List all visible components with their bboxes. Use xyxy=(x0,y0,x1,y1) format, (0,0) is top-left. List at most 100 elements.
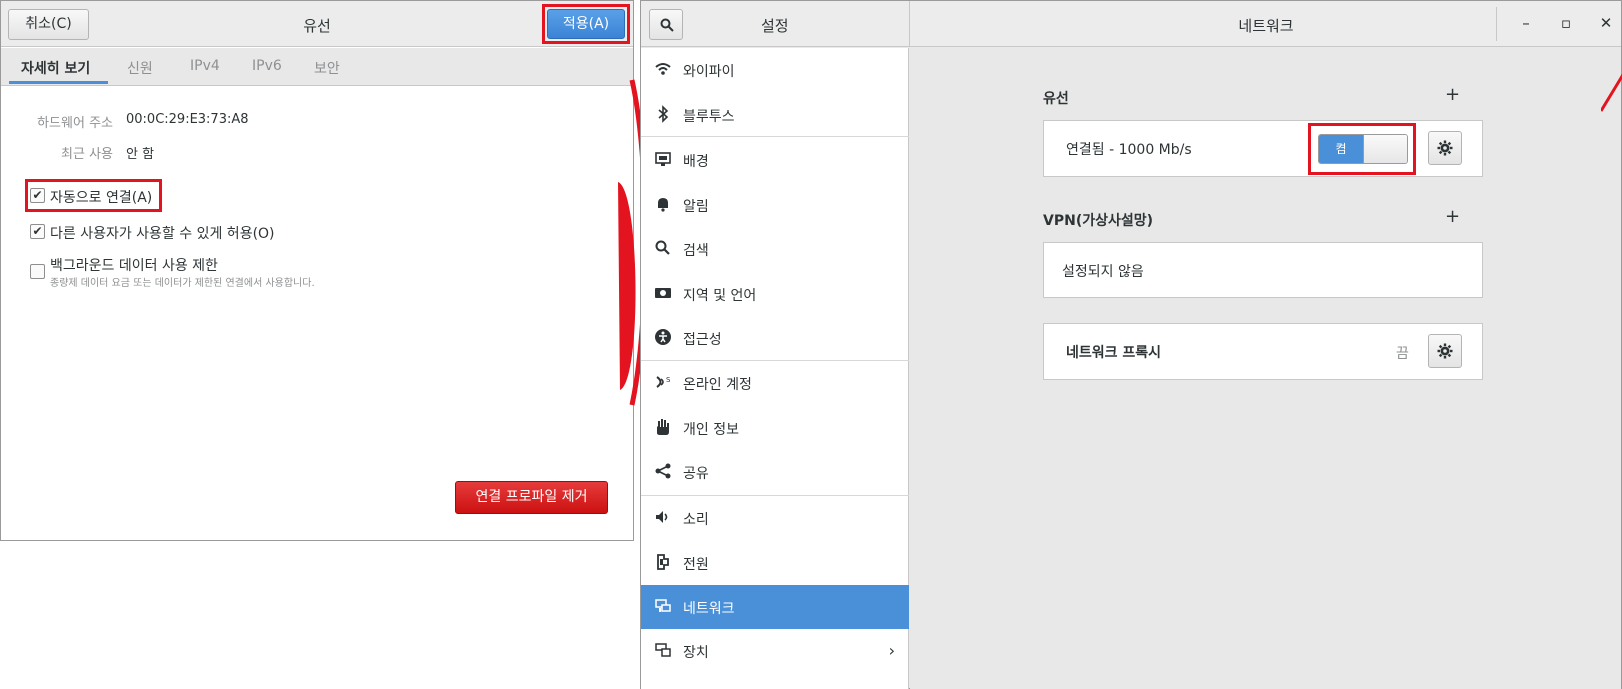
search-icon xyxy=(655,240,670,255)
panel-title: 네트워크 xyxy=(1238,17,1294,35)
auto-connect-label[interactable]: 자동으로 연결(A) xyxy=(50,187,152,207)
sidebar-item-label: 알림 xyxy=(683,199,709,215)
region-icon xyxy=(655,288,671,298)
dialog-title: 유선 xyxy=(303,17,331,35)
sidebar-item-power[interactable]: 전원 xyxy=(641,541,909,585)
sidebar-item-notifications[interactable]: 알림 xyxy=(641,183,909,227)
sidebar-item-label: 장치 xyxy=(683,645,709,661)
network-icon xyxy=(655,599,671,612)
online-accounts-icon: S xyxy=(656,376,671,388)
wired-toggle-highlight-box: 켬 xyxy=(1308,123,1416,175)
allow-others-checkbox[interactable]: ✔ xyxy=(30,224,45,239)
window-controls-divider xyxy=(1496,7,1497,41)
minimize-button[interactable]: – xyxy=(1516,14,1536,32)
wired-section-title: 유선 xyxy=(1043,91,1069,107)
hardware-address-label: 하드웨어 주소 xyxy=(37,116,113,131)
sidebar-item-label: 네트워크 xyxy=(683,601,735,617)
devices-icon xyxy=(655,643,671,657)
sidebar-item-privacy[interactable]: 개인 정보 xyxy=(641,406,909,450)
dialog-tabs: 자세히 보기 신원 IPv4 IPv6 보안 xyxy=(1,48,633,86)
settings-title: 설정 xyxy=(761,17,789,35)
allow-others-label[interactable]: 다른 사용자가 사용할 수 있게 허용(O) xyxy=(50,223,275,243)
vpn-status-text: 설정되지 않음 xyxy=(1062,264,1144,280)
sidebar-item-online-accounts[interactable]: S 온라인 계정 xyxy=(641,361,909,405)
proxy-title: 네트워크 프록시 xyxy=(1066,345,1162,361)
sidebar-item-label: 배경 xyxy=(683,154,709,170)
settings-sidebar: 와이파이 블루투스 배경 알림 검색 지역 및 언어 접근성 S 온라인 계정 … xyxy=(641,48,909,689)
gear-icon xyxy=(1437,140,1453,156)
bg-data-limit-label[interactable]: 백그라운드 데이터 사용 제한 xyxy=(50,255,218,275)
sidebar-item-label: 검색 xyxy=(683,243,709,259)
sidebar-item-label: 공유 xyxy=(683,466,709,482)
wired-toggle-switch[interactable]: 켬 xyxy=(1318,134,1408,164)
wired-status-text: 연결됨 - 1000 Mb/s xyxy=(1066,142,1192,158)
search-button[interactable] xyxy=(649,9,683,40)
network-panel: 유선 + 연결됨 - 1000 Mb/s VPN(가상사설망) + 설정되지 않… xyxy=(910,48,1621,689)
sidebar-item-devices[interactable]: 장치 › xyxy=(641,629,909,673)
toggle-on-label: 켬 xyxy=(1319,135,1363,163)
settings-window: 설정 네트워크 – ▫ ✕ 와이파이 블루투스 배경 알림 검색 지역 및 언어… xyxy=(640,0,1622,689)
accessibility-icon xyxy=(655,329,671,345)
proxy-status: 끔 xyxy=(1396,346,1409,362)
sidebar-item-sharing[interactable]: 공유 xyxy=(641,450,909,494)
bg-data-limit-description: 종량제 데이터 요금 또는 데이터가 제한된 연결에서 사용합니다. xyxy=(50,278,315,289)
maximize-button[interactable]: ▫ xyxy=(1556,14,1576,32)
close-button[interactable]: ✕ xyxy=(1596,14,1616,32)
sidebar-item-label: 개인 정보 xyxy=(683,422,739,438)
speaker-icon xyxy=(656,511,668,523)
wifi-icon xyxy=(655,63,671,75)
proxy-card[interactable]: 네트워크 프록시 끔 xyxy=(1043,323,1483,380)
settings-header: 설정 네트워크 – ▫ ✕ xyxy=(641,1,1621,47)
search-icon xyxy=(660,18,674,32)
sidebar-item-accessibility[interactable]: 접근성 xyxy=(641,316,909,360)
tab-identity[interactable]: 신원 xyxy=(127,58,153,78)
sidebar-item-wifi[interactable]: 와이파이 xyxy=(641,48,909,92)
wired-settings-button[interactable] xyxy=(1428,131,1462,165)
bg-data-limit-checkbox[interactable] xyxy=(30,264,45,279)
apply-button[interactable]: 적용(A) xyxy=(547,9,625,39)
tab-ipv6[interactable]: IPv6 xyxy=(252,58,282,74)
remove-profile-button[interactable]: 연결 프로파일 제거 xyxy=(455,481,608,514)
privacy-hand-icon xyxy=(657,419,669,435)
sidebar-item-label: 지역 및 언어 xyxy=(683,288,757,304)
sidebar-item-label: 와이파이 xyxy=(683,64,735,80)
vpn-card: 설정되지 않음 xyxy=(1043,242,1483,298)
sidebar-item-sound[interactable]: 소리 xyxy=(641,496,909,540)
chevron-right-icon: › xyxy=(888,641,895,660)
active-tab-indicator xyxy=(9,81,108,84)
sidebar-item-network[interactable]: 네트워크 xyxy=(641,585,909,629)
vpn-section-title: VPN(가상사설망) xyxy=(1043,213,1154,229)
sidebar-item-label: 블루투스 xyxy=(683,109,735,125)
share-icon xyxy=(655,463,671,479)
bell-icon xyxy=(658,198,668,212)
sidebar-item-label: 소리 xyxy=(683,512,709,528)
proxy-settings-button[interactable] xyxy=(1428,334,1462,368)
add-wired-button[interactable]: + xyxy=(1445,84,1460,105)
sidebar-item-background[interactable]: 배경 xyxy=(641,138,909,182)
header-divider xyxy=(909,1,910,47)
apply-highlight-box: 적용(A) xyxy=(542,4,630,44)
toggle-knob xyxy=(1363,135,1407,163)
sidebar-item-region[interactable]: 지역 및 언어 xyxy=(641,272,909,316)
tab-details[interactable]: 자세히 보기 xyxy=(21,58,90,78)
gear-icon xyxy=(1437,343,1453,359)
sidebar-item-bluetooth[interactable]: 블루투스 xyxy=(641,93,909,137)
auto-connect-checkbox[interactable]: ✔ xyxy=(30,188,45,203)
sidebar-item-search[interactable]: 검색 xyxy=(641,227,909,271)
dialog-header: 취소(C) 유선 적용(A) xyxy=(1,1,633,47)
wired-card: 연결됨 - 1000 Mb/s xyxy=(1043,120,1483,177)
wired-connection-dialog: 취소(C) 유선 적용(A) 자세히 보기 신원 IPv4 IPv6 보안 하드… xyxy=(0,0,634,541)
annotation-strokes xyxy=(1601,73,1622,112)
tab-ipv4[interactable]: IPv4 xyxy=(190,58,220,74)
background-icon xyxy=(655,152,671,166)
sidebar-separator xyxy=(641,136,909,137)
last-used-value: 안 함 xyxy=(126,147,155,162)
power-icon xyxy=(657,554,669,570)
tab-security[interactable]: 보안 xyxy=(314,58,340,78)
sidebar-item-label: 온라인 계정 xyxy=(683,377,752,393)
add-vpn-button[interactable]: + xyxy=(1445,206,1460,227)
bluetooth-icon xyxy=(658,105,669,123)
last-used-label: 최근 사용 xyxy=(61,147,113,162)
svg-text:S: S xyxy=(666,376,671,384)
sidebar-item-label: 전원 xyxy=(683,557,709,573)
